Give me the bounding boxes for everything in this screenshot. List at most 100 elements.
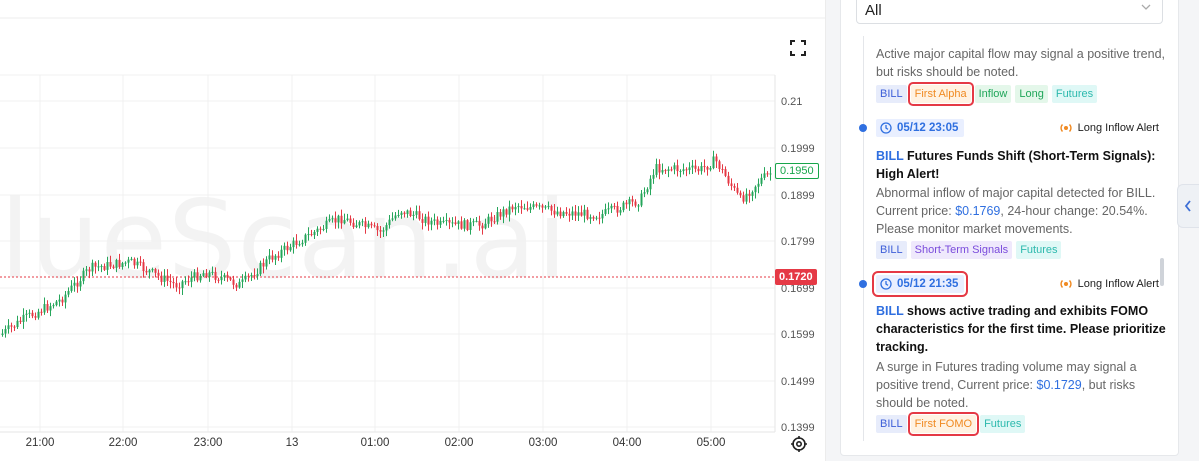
candle-body [280, 249, 283, 258]
alert-symbol-link[interactable]: BILL [876, 149, 904, 163]
broadcast-icon [1060, 124, 1072, 132]
alert-title-text: Futures Funds Shift (Short-Term Signals)… [876, 149, 1156, 181]
candle-body [610, 205, 613, 209]
tag-symbol[interactable]: BILL [876, 415, 907, 433]
candle-body [163, 275, 166, 282]
candle-body [562, 212, 565, 217]
tag-futures[interactable]: Futures [1016, 241, 1062, 259]
tag-symbol[interactable]: BILL [876, 85, 907, 103]
candle-body [688, 167, 691, 171]
alert-description: A surge in Futures trading volume may si… [876, 358, 1166, 412]
alert-time-badge: 05/12 21:35 [871, 271, 969, 297]
candle-body [28, 312, 31, 314]
candle-body [367, 223, 370, 228]
candle-body [625, 202, 628, 205]
alert-time: 05/12 23:05 [897, 122, 959, 134]
candle-body [490, 216, 493, 222]
tag-inflow[interactable]: Inflow [974, 85, 1012, 103]
candle-body [175, 283, 178, 288]
candle-body [547, 206, 550, 208]
candle-body [244, 275, 247, 280]
candle-body [301, 242, 304, 245]
candle-body [361, 221, 364, 223]
candle-body [574, 211, 577, 216]
candle-body [256, 274, 259, 277]
fullscreen-icon[interactable] [788, 38, 808, 58]
candle-body [757, 183, 760, 187]
candle-body [754, 186, 757, 193]
candle-body [487, 216, 490, 224]
candle-body [418, 211, 421, 220]
desc-price: $0.1769 [955, 204, 1001, 218]
candle-body [766, 173, 769, 175]
app-root: lueScan.ai 0.21 0.1999 0.1899 0.1799 0.1699 0… [0, 0, 1199, 461]
candle-body [385, 225, 388, 231]
candle-body [322, 228, 325, 230]
candle-body [652, 174, 655, 179]
tag-futures[interactable]: Futures [1051, 85, 1098, 103]
candle-body [13, 326, 16, 328]
candle-body [310, 234, 313, 236]
candle-body [517, 206, 520, 208]
candle-body [709, 168, 712, 170]
candle-body [349, 218, 352, 223]
alert-symbol-link[interactable]: BILL [876, 304, 904, 318]
candle-body [253, 275, 256, 277]
candle-body [358, 222, 361, 226]
candle-body [556, 211, 559, 215]
candle-body [499, 212, 502, 217]
tag-symbol[interactable]: BILL [876, 241, 907, 259]
candlestick-chart[interactable]: 0.210.19990.18990.17990.16990.15990.1499… [0, 0, 826, 461]
candle-body [340, 215, 343, 224]
candle-body [748, 193, 751, 196]
candle-body [157, 272, 160, 276]
candle-body [409, 210, 412, 216]
broadcast-icon [1060, 280, 1072, 288]
candle-body [520, 206, 523, 209]
tag-long[interactable]: Long [1015, 85, 1048, 103]
tag-first-alpha[interactable]: First Alpha [907, 82, 974, 106]
tag-first-fomo[interactable]: First FOMO [907, 412, 980, 436]
candle-body [133, 258, 136, 266]
candle-body [139, 261, 142, 263]
collapse-sidebar-button[interactable] [1177, 184, 1199, 228]
time-axis-label: 22:00 [109, 437, 138, 449]
candle-body [559, 211, 562, 217]
candle-body [262, 262, 265, 267]
candle-body [694, 165, 697, 169]
alert-tags: BILL Short-Term Signals Futures [876, 241, 1062, 259]
candle-body [229, 277, 232, 280]
alert-type: Long Inflow Alert [1059, 121, 1159, 135]
feed-scrollbar[interactable] [1160, 258, 1164, 286]
candle-body [94, 262, 97, 267]
candle-body [445, 220, 448, 222]
candle-body [220, 277, 223, 281]
alert-title[interactable]: BILL shows active trading and exhibits F… [876, 302, 1166, 356]
candle-body [421, 219, 424, 223]
candle-body [91, 262, 94, 272]
alert-tags: BILL First Alpha Inflow Long Futures [876, 82, 1098, 106]
candle-body [658, 164, 661, 173]
candle-body [454, 222, 457, 224]
candle-body [739, 192, 742, 196]
price-chart-panel[interactable]: lueScan.ai 0.21 0.1999 0.1899 0.1799 0.1699 0… [0, 0, 826, 461]
settings-gear-icon[interactable] [790, 435, 808, 453]
candle-body [679, 171, 682, 173]
candle-body [235, 284, 238, 288]
time-axis-label: 02:00 [445, 437, 474, 449]
candle-body [112, 266, 115, 268]
price-axis-label: 0.1399 [781, 422, 815, 434]
candle-body [604, 209, 607, 214]
candle-body [394, 215, 397, 219]
timeline-line [863, 36, 864, 441]
candle-body [34, 316, 37, 318]
candle-body [316, 228, 319, 232]
alert-title[interactable]: BILL Futures Funds Shift (Short-Term Sig… [876, 147, 1166, 183]
candle-body [154, 269, 157, 273]
candle-body [130, 258, 133, 260]
candle-body [442, 220, 445, 222]
alert-title-text: shows active trading and exhibits FOMO c… [876, 304, 1166, 354]
tag-short-term-signals[interactable]: Short-Term Signals [910, 241, 1013, 259]
timeline-dot [859, 124, 867, 132]
tag-futures[interactable]: Futures [980, 415, 1026, 433]
